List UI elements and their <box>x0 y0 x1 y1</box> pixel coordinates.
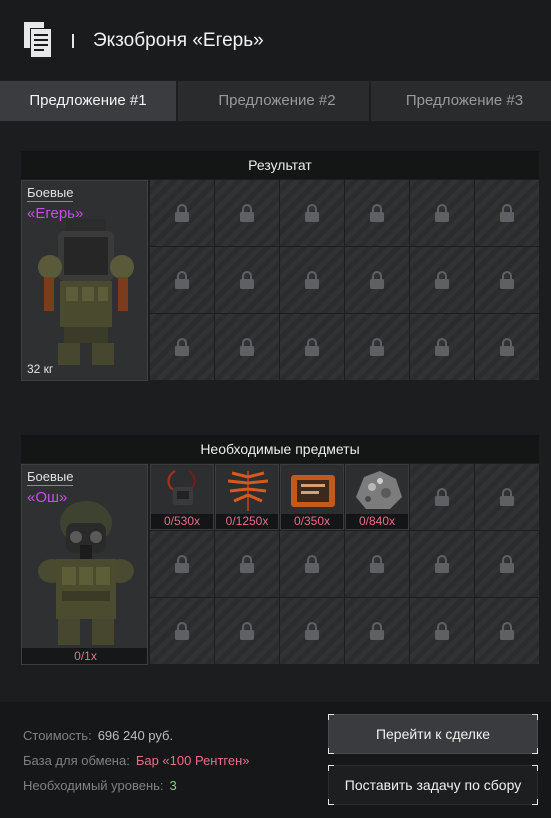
exchange-base-value: Бар «100 Рентген» <box>135 753 250 768</box>
locked-slot[interactable] <box>150 247 214 313</box>
cost-label: Стоимость: <box>23 728 92 743</box>
result-grid: Боевые «Егерь» 32 кг <box>21 179 539 383</box>
locked-slot[interactable] <box>345 598 409 664</box>
resource-slot[interactable]: 0/530x <box>150 464 214 530</box>
tab-offer-1[interactable]: Предложение #1 <box>0 81 176 121</box>
window-header: Экзоброня «Егерь» <box>0 0 551 80</box>
locked-slot[interactable] <box>345 531 409 597</box>
exchange-base-label: База для обмена: <box>23 753 130 768</box>
tab-offer-2[interactable]: Предложение #2 <box>185 81 369 121</box>
page-title: Экзоброня «Егерь» <box>93 30 264 51</box>
tab-divider <box>176 81 178 121</box>
result-heading: Результат <box>21 151 539 179</box>
locked-slot[interactable] <box>475 464 539 530</box>
resource-quantity: 0/350x <box>281 514 343 529</box>
result-item-card[interactable]: Боевые «Егерь» 32 кг <box>21 180 148 381</box>
locked-slot[interactable] <box>215 531 279 597</box>
locked-slot[interactable] <box>475 531 539 597</box>
resource-quantity: 0/530x <box>151 514 213 529</box>
result-section: Результат Боевые «Егерь» 32 кг <box>21 151 539 383</box>
header-divider <box>72 34 74 48</box>
locked-slot[interactable] <box>345 247 409 313</box>
cost-row: Стоимость: 696 240 руб. <box>23 728 173 743</box>
tab-offer-3[interactable]: Предложение #3 <box>378 81 551 121</box>
resource-slot[interactable]: 0/840x <box>345 464 409 530</box>
resource-slot[interactable]: 0/350x <box>280 464 344 530</box>
item-name: «Егерь» <box>27 205 84 222</box>
locked-slot[interactable] <box>345 180 409 246</box>
locked-slot[interactable] <box>410 464 474 530</box>
locked-slot[interactable] <box>280 598 344 664</box>
locked-slot[interactable] <box>280 180 344 246</box>
locked-slot[interactable] <box>215 314 279 380</box>
set-collection-task-button[interactable]: Поставить задачу по сбору <box>328 765 538 805</box>
go-to-deal-label: Перейти к сделке <box>375 726 491 742</box>
locked-slot[interactable] <box>215 247 279 313</box>
locked-slot[interactable] <box>410 598 474 664</box>
resource-slot[interactable]: 0/1250x <box>215 464 279 530</box>
locked-slot[interactable] <box>215 180 279 246</box>
locked-slot[interactable] <box>345 314 409 380</box>
required-items-heading: Необходимые предметы <box>21 435 539 463</box>
locked-slot[interactable] <box>410 247 474 313</box>
locked-slot[interactable] <box>150 598 214 664</box>
item-name: «Ош» <box>27 489 68 506</box>
required-level-label: Необходимый уровень: <box>23 778 164 793</box>
locked-slot[interactable] <box>475 247 539 313</box>
resource-quantity: 0/840x <box>346 514 408 529</box>
locked-slot[interactable] <box>150 180 214 246</box>
required-armor-card[interactable]: Боевые «Ош» 0/1x <box>21 464 148 665</box>
locked-slot[interactable] <box>280 314 344 380</box>
locked-slot[interactable] <box>410 531 474 597</box>
item-category: Боевые <box>27 185 74 202</box>
locked-slot[interactable] <box>475 314 539 380</box>
required-items-section: Необходимые предметы Боевые «Ош» 0/1x 0/… <box>21 435 539 667</box>
locked-slot[interactable] <box>150 314 214 380</box>
locked-slot[interactable] <box>410 180 474 246</box>
offer-tabs: Предложение #1 Предложение #2 Предложени… <box>0 81 551 121</box>
required-level-value: 3 <box>169 778 177 793</box>
set-collection-task-label: Поставить задачу по сбору <box>344 777 522 793</box>
locked-slot[interactable] <box>150 531 214 597</box>
combat-armor-gasmask-image <box>38 501 134 645</box>
item-weight: 32 кг <box>27 362 54 376</box>
resource-quantity: 0/1250x <box>216 514 278 529</box>
tab-divider <box>369 81 371 121</box>
item-count: 0/1x <box>22 648 147 664</box>
item-category: Боевые <box>27 469 74 486</box>
go-to-deal-button[interactable]: Перейти к сделке <box>328 714 538 754</box>
locked-slot[interactable] <box>475 598 539 664</box>
locked-slot[interactable] <box>475 180 539 246</box>
required-items-grid: Боевые «Ош» 0/1x 0/530x 0/1250x 0/350x 0/84… <box>21 463 539 667</box>
cost-value: 696 240 руб. <box>97 728 174 743</box>
required-level-row: Необходимый уровень: 3 <box>23 778 177 793</box>
locked-slot[interactable] <box>215 598 279 664</box>
exoskeleton-armor-image <box>38 219 134 365</box>
locked-slot[interactable] <box>280 531 344 597</box>
locked-slot[interactable] <box>410 314 474 380</box>
locked-slot[interactable] <box>280 247 344 313</box>
exchange-base-row: База для обмена: Бар «100 Рентген» <box>23 753 250 768</box>
documents-icon <box>24 22 51 57</box>
